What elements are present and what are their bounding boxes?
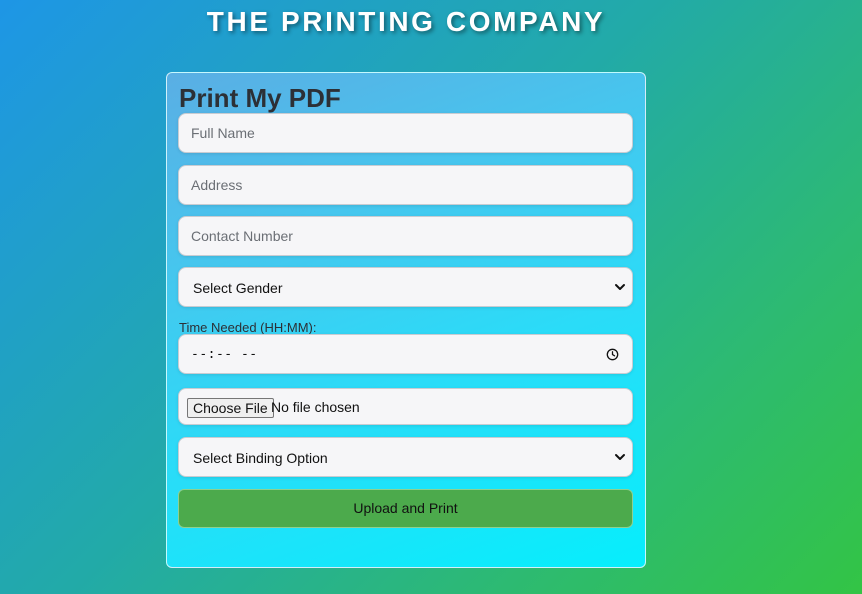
contact-number-placeholder: Contact Number bbox=[191, 228, 293, 244]
binding-select-value: Select Binding Option bbox=[193, 450, 328, 466]
contact-number-input[interactable]: Contact Number bbox=[178, 216, 633, 256]
file-status-text: No file chosen bbox=[271, 399, 360, 415]
chevron-down-icon bbox=[615, 284, 625, 290]
form-title: Print My PDF bbox=[179, 83, 341, 113]
full-name-placeholder: Full Name bbox=[191, 125, 255, 141]
time-needed-label: Time Needed (HH:MM): bbox=[179, 320, 317, 335]
print-form-card: Print My PDF Full Name Address Contact N… bbox=[166, 72, 646, 568]
full-name-input[interactable]: Full Name bbox=[178, 113, 633, 153]
time-value: --:-- -- bbox=[191, 347, 258, 362]
upload-and-print-button[interactable]: Upload and Print bbox=[178, 489, 633, 528]
gender-select[interactable]: Select Gender bbox=[178, 267, 633, 307]
binding-option-select[interactable]: Select Binding Option bbox=[178, 437, 633, 477]
chevron-down-icon bbox=[615, 454, 625, 460]
time-needed-input[interactable]: --:-- -- bbox=[178, 334, 633, 374]
file-upload-input[interactable]: Choose File No file chosen bbox=[178, 388, 633, 425]
choose-file-button[interactable]: Choose File bbox=[187, 398, 274, 418]
clock-icon[interactable] bbox=[606, 348, 619, 361]
address-input[interactable]: Address bbox=[178, 165, 633, 205]
site-title: THE PRINTING COMPANY bbox=[206, 6, 606, 37]
address-placeholder: Address bbox=[191, 177, 243, 193]
gender-select-value: Select Gender bbox=[193, 280, 283, 296]
